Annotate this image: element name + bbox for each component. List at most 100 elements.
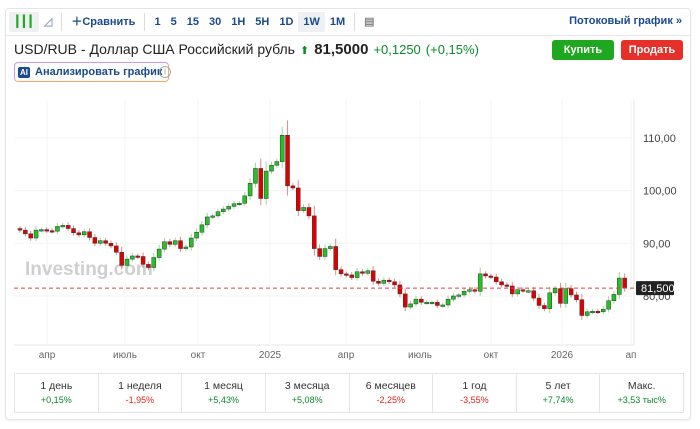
candle — [515, 289, 520, 295]
candle — [429, 302, 435, 305]
candle — [520, 289, 526, 292]
candle — [247, 182, 253, 197]
candle — [349, 274, 355, 278]
candle — [600, 308, 606, 313]
candle — [87, 231, 92, 238]
candle — [178, 240, 183, 249]
candle — [354, 271, 360, 278]
x-tick-label: апр — [338, 350, 355, 361]
x-tick-label: июль — [408, 350, 432, 361]
y-tick-label: 100,00 — [643, 186, 677, 198]
price-chart[interactable]: 110,00100,0090,0080,00апр июль окт 2025 апр и… — [0, 0, 700, 429]
candle — [167, 241, 173, 245]
candle — [579, 299, 585, 316]
candle — [290, 185, 296, 189]
candle — [258, 168, 264, 199]
candle — [590, 311, 595, 314]
x-tick-label: 2026 — [551, 350, 574, 361]
candle — [386, 279, 392, 283]
candle — [563, 288, 569, 304]
candle — [285, 135, 290, 187]
candle — [413, 298, 419, 305]
candle — [242, 195, 247, 204]
candle — [552, 288, 558, 294]
candle — [499, 281, 504, 286]
candle — [135, 255, 140, 258]
candle — [210, 215, 215, 218]
candle — [542, 305, 547, 309]
candle — [558, 288, 563, 304]
x-tick-label: ап — [626, 350, 637, 361]
candle — [156, 248, 162, 258]
candle — [381, 279, 387, 284]
candle — [526, 290, 531, 293]
candle — [226, 206, 231, 210]
candle — [360, 271, 365, 274]
candle — [188, 237, 194, 248]
candle — [306, 207, 312, 217]
candle — [403, 293, 408, 308]
candle — [231, 203, 237, 207]
candle — [114, 245, 119, 253]
candle — [183, 246, 189, 249]
candle — [477, 273, 483, 292]
candle — [419, 298, 424, 303]
candle — [23, 229, 28, 235]
candle — [263, 170, 269, 199]
candle — [17, 228, 23, 231]
candle — [312, 215, 317, 249]
candle — [467, 289, 472, 292]
y-tick-label: 110,00 — [643, 133, 676, 145]
candle — [119, 252, 124, 266]
candle — [547, 292, 552, 309]
candle — [461, 291, 467, 296]
candle — [510, 285, 515, 295]
candle — [269, 165, 274, 172]
candle — [574, 294, 579, 300]
candle — [424, 302, 429, 305]
candle — [92, 237, 98, 244]
candle — [205, 216, 210, 226]
candle — [440, 304, 445, 307]
candle — [365, 270, 371, 274]
x-tick-label: 2025 — [259, 350, 282, 361]
candle — [344, 273, 349, 276]
candle — [172, 240, 178, 245]
candle — [49, 230, 55, 233]
candle — [338, 269, 344, 275]
candle — [483, 273, 488, 277]
candle — [488, 275, 494, 278]
candle — [606, 300, 611, 310]
candle — [493, 276, 499, 283]
candle — [108, 243, 114, 247]
candle — [146, 264, 151, 268]
candle — [98, 240, 103, 244]
candle — [274, 161, 280, 166]
candle — [76, 232, 82, 236]
candle — [451, 295, 456, 300]
candle — [215, 211, 221, 217]
candle — [253, 168, 258, 184]
x-tick-label: апр — [39, 350, 56, 361]
candle — [370, 270, 376, 282]
candle — [221, 208, 226, 212]
watermark-logo: Investing.com — [25, 259, 153, 280]
last-price-label: 81,500 — [641, 283, 675, 295]
candle — [194, 231, 199, 239]
candle — [71, 228, 76, 234]
candle — [162, 241, 167, 250]
candle — [65, 225, 71, 229]
candle — [237, 202, 242, 205]
candle — [504, 284, 510, 287]
candle — [445, 298, 451, 306]
candle — [44, 229, 50, 232]
candle — [456, 294, 462, 297]
candle — [584, 311, 590, 316]
candle — [39, 229, 44, 232]
x-tick-label: июль — [113, 350, 137, 361]
candle — [536, 297, 542, 306]
candle — [328, 246, 333, 249]
candle — [531, 290, 536, 299]
candle — [622, 277, 627, 289]
x-tick-label: окт — [191, 350, 206, 361]
